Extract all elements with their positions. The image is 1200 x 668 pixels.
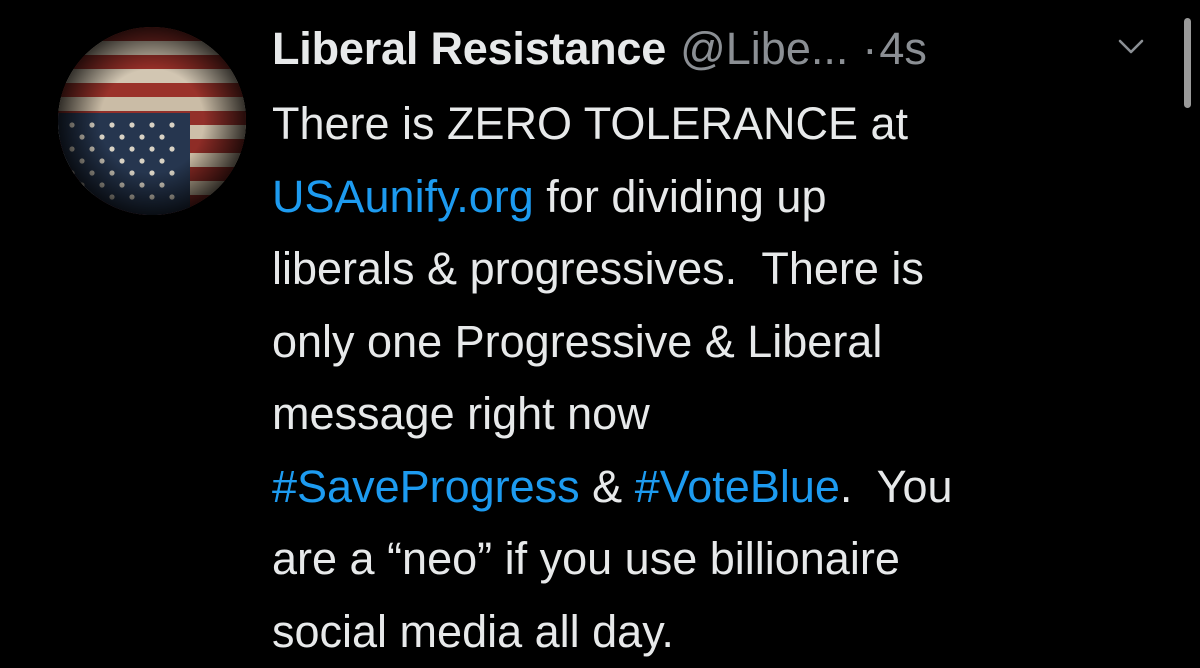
tweet-line-1: There is ZERO TOLERANCE at [272, 88, 1172, 161]
tweet-text: for dividing up [534, 171, 827, 222]
tweet-line-7: are a “neo” if you use billionaire [272, 523, 1172, 596]
tweet-body: There is ZERO TOLERANCE at USAunify.org … [272, 88, 1172, 668]
scrollbar[interactable] [1184, 18, 1191, 108]
tweet-line-8: social media all day. [272, 596, 1172, 668]
hashtag-saveprogress[interactable]: #SaveProgress [272, 461, 580, 512]
tweet-line-5: message right now [272, 378, 1172, 451]
avatar[interactable] [58, 27, 246, 215]
tweet-header: Liberal Resistance @Libe... · 4s [272, 14, 927, 84]
tweet[interactable]: Liberal Resistance @Libe... · 4s There i… [0, 0, 1200, 664]
user-handle[interactable]: @Libe... [680, 23, 848, 75]
usaunify-link[interactable]: USAunify.org [272, 171, 534, 222]
tweet-text: & [580, 461, 635, 512]
flag-avatar-image [58, 27, 246, 215]
separator-dot: · [862, 23, 877, 75]
tweet-line-3: liberals & progressives. There is [272, 233, 1172, 306]
tweet-line-6: #SaveProgress & #VoteBlue. You [272, 451, 1172, 524]
tweet-line-2: USAunify.org for dividing up [272, 161, 1172, 234]
display-name[interactable]: Liberal Resistance [272, 23, 666, 75]
tweet-line-4: only one Progressive & Liberal [272, 306, 1172, 379]
timestamp[interactable]: 4s [879, 23, 927, 75]
hashtag-voteblue[interactable]: #VoteBlue [635, 461, 840, 512]
tweet-text: . You [840, 461, 953, 512]
chevron-down-icon[interactable] [1116, 36, 1146, 58]
